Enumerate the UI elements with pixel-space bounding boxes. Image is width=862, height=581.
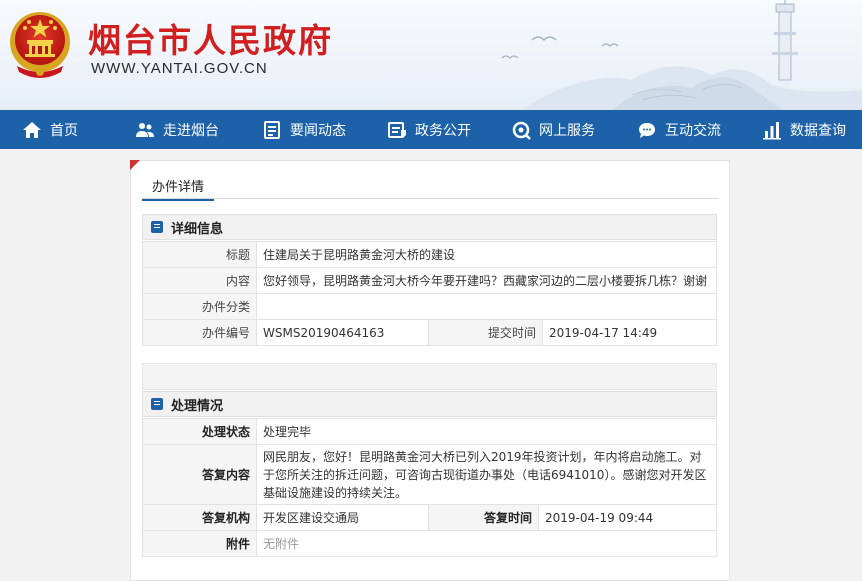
list-icon: [151, 221, 163, 233]
section-title: 处理情况: [171, 398, 224, 414]
nav-item-data[interactable]: 数据查询: [762, 110, 846, 149]
tab-divider: [142, 198, 718, 199]
table-row: 办件编号 WSMS20190464163 提交时间 2019-04-17 14:…: [142, 319, 717, 346]
number-value: WSMS20190464163: [256, 319, 429, 346]
table-row: 处理状态 处理完毕: [142, 418, 717, 445]
org-label: 答复机构: [142, 504, 257, 531]
section-spacer: [142, 363, 717, 390]
attachment-value: 无附件: [256, 530, 717, 557]
service-icon: [512, 121, 531, 140]
details-section-header: 详细信息: [142, 214, 717, 240]
reply-label: 答复内容: [142, 444, 257, 505]
nav-label: 数据查询: [790, 122, 846, 139]
table-row: 办件分类: [142, 293, 717, 320]
content-label: 内容: [142, 267, 257, 294]
nav-item-home[interactable]: 首页: [22, 110, 78, 149]
title-label: 标题: [142, 241, 257, 268]
table-row: 内容 您好领导，昆明路黄金河大桥今年要开建吗？西藏家河边的二层小楼要拆几栋？谢谢: [142, 267, 717, 294]
chart-icon: [763, 121, 781, 139]
site-header: 烟台市人民政府 WWW.YANTAI.GOV.CN: [0, 0, 862, 110]
nav-item-about[interactable]: 走进烟台: [135, 110, 219, 149]
site-title[interactable]: 烟台市人民政府: [88, 14, 333, 62]
reply-time-label: 答复时间: [428, 504, 539, 531]
chat-icon: [639, 122, 655, 138]
processing-section-header: 处理情况: [142, 391, 717, 417]
reply-value: 网民朋友，您好！昆明路黄金河大桥已列入2019年投资计划，年内将启动施工。对于您…: [256, 444, 717, 505]
section-title: 详细信息: [171, 221, 224, 237]
table-row: 答复内容 网民朋友，您好！昆明路黄金河大桥已列入2019年投资计划，年内将启动施…: [142, 444, 717, 505]
nav-label: 政务公开: [415, 122, 471, 139]
nav-label: 走进烟台: [163, 122, 219, 139]
news-icon: [264, 120, 280, 139]
title-value: 住建局关于昆明路黄金河大桥的建设: [256, 241, 717, 268]
processing-table: 处理状态 处理完毕 答复内容 网民朋友，您好！昆明路黄金河大桥已列入2019年投…: [142, 418, 717, 557]
category-value: [256, 293, 717, 320]
user-group-icon: [136, 122, 154, 137]
nav-label: 网上服务: [539, 122, 595, 139]
nav-item-news[interactable]: 要闻动态: [262, 110, 346, 149]
org-value: 开发区建设交通局: [256, 504, 429, 531]
number-label: 办件编号: [142, 319, 257, 346]
details-table: 标题 住建局关于昆明路黄金河大桥的建设 内容 您好领导，昆明路黄金河大桥今年要开…: [142, 241, 717, 346]
status-value: 处理完毕: [256, 418, 717, 445]
lighthouse-scenery-icon: [501, 0, 862, 110]
file-icon: [388, 121, 406, 138]
table-row: 答复机构 开发区建设交通局 答复时间 2019-04-19 09:44: [142, 504, 717, 531]
main-nav: 首页 走进烟台 要闻动态 政务公开 网上服务 互动交流 数据查询: [0, 110, 862, 149]
list-icon: [151, 398, 163, 410]
category-label: 办件分类: [142, 293, 257, 320]
submit-time-label: 提交时间: [428, 319, 543, 346]
nav-item-services[interactable]: 网上服务: [511, 110, 595, 149]
status-label: 处理状态: [142, 418, 257, 445]
attachment-label: 附件: [142, 530, 257, 557]
nav-item-affairs[interactable]: 政务公开: [387, 110, 471, 149]
submit-time-value: 2019-04-17 14:49: [542, 319, 717, 346]
corner-marker: [130, 160, 140, 170]
site-url[interactable]: WWW.YANTAI.GOV.CN: [91, 60, 268, 77]
table-row: 附件 无附件: [142, 530, 717, 557]
home-icon: [23, 121, 41, 138]
table-row: 标题 住建局关于昆明路黄金河大桥的建设: [142, 241, 717, 268]
nav-label: 互动交流: [665, 122, 721, 139]
nav-label: 首页: [50, 122, 78, 139]
content-value: 您好领导，昆明路黄金河大桥今年要开建吗？西藏家河边的二层小楼要拆几栋？谢谢: [256, 267, 717, 294]
nav-item-interaction[interactable]: 互动交流: [637, 110, 721, 149]
nav-label: 要闻动态: [290, 122, 346, 139]
national-emblem-icon: [10, 12, 70, 78]
reply-time-value: 2019-04-19 09:44: [538, 504, 717, 531]
